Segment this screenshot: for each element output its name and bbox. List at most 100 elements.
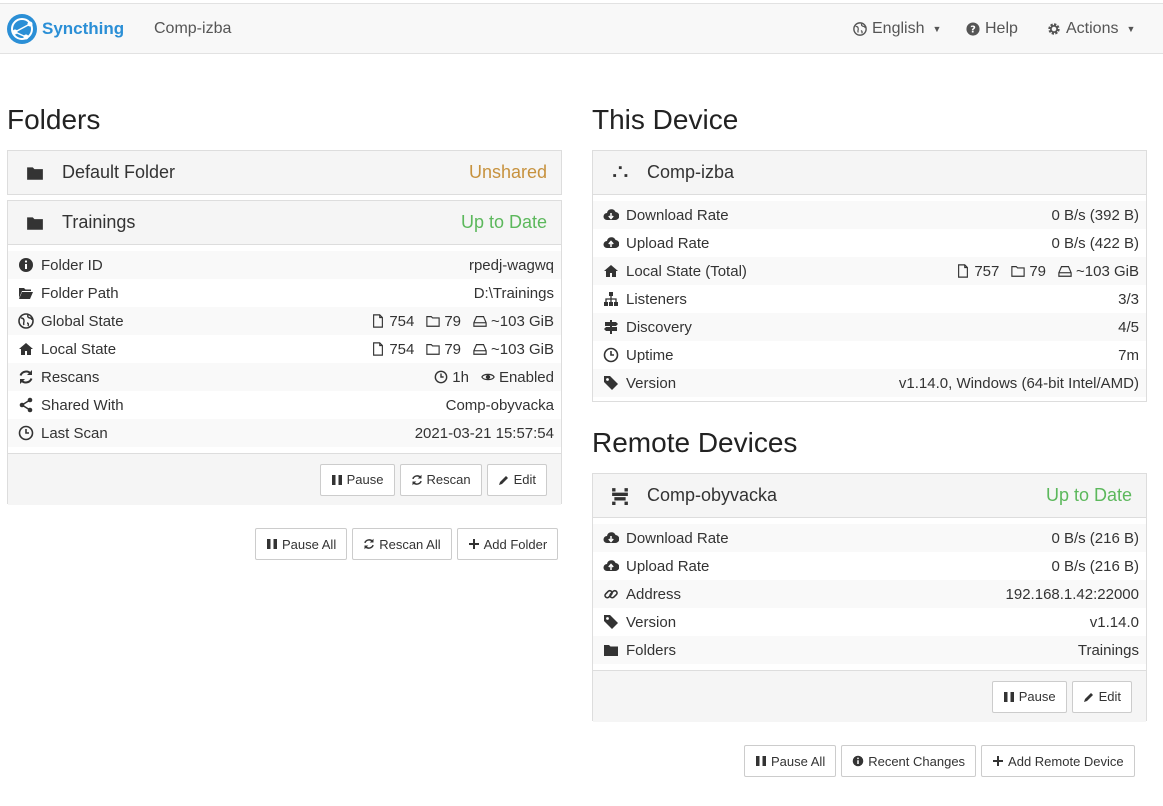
edit-device-button[interactable]: Edit	[1071, 680, 1132, 713]
cloud-upload-icon	[603, 560, 619, 572]
syncthing-logo-icon	[7, 14, 37, 44]
rescans-row: Rescans 1h Enabled	[8, 363, 561, 391]
home-icon	[604, 265, 618, 277]
folder-id-value: rpedj-wagwq	[468, 256, 554, 274]
folder-outline-icon	[426, 316, 441, 327]
add-folder-button[interactable]: Add Folder	[456, 528, 559, 560]
clock-icon	[434, 370, 448, 384]
navbar: Syncthing Comp-izba English ▼ ? Help Act…	[0, 3, 1163, 54]
tag-icon	[604, 615, 618, 629]
local-state-total-row: Local State (Total) 757 79 ~103 GiB	[593, 257, 1146, 285]
svg-text:?: ?	[970, 25, 976, 36]
share-icon	[19, 397, 33, 413]
actions-menu[interactable]: Actions ▼	[1047, 20, 1135, 38]
remote-device-details: Download Rate 0 B/s (216 B) Upload Rate …	[593, 518, 1146, 670]
version-row: Version v1.14.0, Windows (64-bit Intel/A…	[593, 369, 1146, 397]
nav-device-name: Comp-izba	[154, 20, 232, 37]
folder-panel-default[interactable]: Default Folder Unshared	[7, 150, 562, 195]
language-menu[interactable]: English ▼	[853, 20, 941, 38]
add-remote-device-button[interactable]: Add Remote Device	[981, 745, 1135, 777]
file-icon	[373, 314, 384, 328]
pause-all-folders-button[interactable]: Pause All	[255, 528, 348, 560]
brand[interactable]: Syncthing	[6, 13, 124, 45]
folder-outline-icon	[1011, 266, 1026, 277]
uptime-row: Uptime 7m	[593, 341, 1146, 369]
recent-changes-button[interactable]: Recent Changes	[841, 745, 977, 777]
home-icon	[19, 343, 33, 355]
edit-folder-button[interactable]: Edit	[486, 463, 547, 496]
cloud-download-icon	[603, 209, 619, 221]
shared-with-row: Shared With Comp-obyvacka	[8, 391, 561, 419]
rescan-folder-button[interactable]: Rescan	[399, 463, 482, 496]
remote-devices-actions: Pause All Recent Changes Add Remote Devi…	[744, 745, 1135, 777]
remote-device-panel: Comp-obyvacka Up to Date Download Rate 0…	[592, 473, 1147, 722]
this-device-heading: This Device	[592, 104, 739, 135]
folder-status: Unshared	[468, 162, 547, 182]
eye-icon	[481, 373, 495, 381]
caret-down-icon: ▼	[1126, 24, 1136, 34]
remote-device-name: Comp-obyvacka	[647, 485, 778, 505]
info-circle-icon	[852, 755, 864, 767]
remote-device-status: Up to Date	[1045, 485, 1132, 505]
rescan-all-button[interactable]: Rescan All	[352, 528, 452, 560]
pause-folder-button[interactable]: Pause	[319, 463, 395, 496]
folder-id-row: Folder ID rpedj-wagwq	[8, 251, 561, 279]
local-state-row: Local State 754 79 ~103 GiB	[8, 335, 561, 363]
pause-icon	[267, 539, 277, 549]
folder-path-row: Folder Path D:\Trainings	[8, 279, 561, 307]
upload-rate-row: Upload Rate 0 B/s (422 B)	[593, 229, 1146, 257]
remote-devices-heading: Remote Devices	[592, 427, 798, 458]
file-icon	[958, 264, 969, 278]
help-label: Help	[985, 20, 1018, 37]
global-state-row: Global State 754 79 ~103 GiB	[8, 307, 561, 335]
plus-icon	[993, 756, 1004, 766]
folders-actions: Pause All Rescan All Add Folder	[255, 528, 559, 560]
folder-heading[interactable]: Trainings Up to Date	[8, 201, 561, 245]
folder-status: Up to Date	[460, 212, 547, 232]
folder-open-icon	[19, 288, 33, 299]
pause-icon	[756, 756, 766, 766]
folder-name: Trainings	[62, 212, 136, 232]
signpost-icon	[604, 320, 618, 334]
help-link[interactable]: ? Help	[966, 20, 1018, 38]
clock-icon	[18, 425, 34, 441]
brand-name: Syncthing	[42, 19, 125, 38]
cloud-download-icon	[603, 532, 619, 544]
pause-device-button[interactable]: Pause	[991, 680, 1067, 713]
question-circle-icon: ?	[966, 22, 980, 36]
listeners-value[interactable]: 3/3	[1118, 291, 1139, 308]
folder-outline-icon	[426, 344, 441, 355]
folder-name: Default Folder	[62, 162, 176, 182]
folder-panel-trainings: Trainings Up to Date Folder ID rpedj-wag…	[7, 200, 562, 505]
this-device-heading-bar[interactable]: Comp-izba	[593, 151, 1146, 195]
folder-icon	[604, 645, 618, 656]
last-scan-value: 2021-03-21 15:57:54	[414, 424, 554, 442]
folder-details: Folder ID rpedj-wagwq Folder Path D:\Tra…	[8, 245, 561, 453]
hdd-icon	[473, 316, 487, 327]
pencil-icon	[498, 475, 508, 485]
hdd-icon	[473, 344, 487, 355]
last-scan-row: Last Scan 2021-03-21 15:57:54	[8, 419, 561, 447]
plus-icon	[468, 539, 479, 549]
pause-all-devices-button[interactable]: Pause All	[744, 745, 837, 777]
refresh-icon	[411, 474, 422, 485]
remote-device-footer: Pause Edit	[593, 670, 1146, 722]
info-circle-icon	[19, 258, 33, 272]
cloud-upload-icon	[603, 237, 619, 249]
file-icon	[373, 342, 384, 356]
remote-address-row: Address 192.168.1.42:22000	[593, 580, 1146, 608]
this-device-details: Download Rate 0 B/s (392 B) Upload Rate …	[593, 195, 1146, 403]
folder-footer: Pause Rescan Edit	[8, 453, 561, 505]
download-rate-row: Download Rate 0 B/s (392 B)	[593, 201, 1146, 229]
remote-upload-rate-row: Upload Rate 0 B/s (216 B)	[593, 552, 1146, 580]
refresh-icon	[364, 538, 375, 550]
folder-path-value: D:\Trainings	[473, 284, 554, 302]
this-device-name: Comp-izba	[647, 162, 735, 182]
gear-icon	[1048, 23, 1060, 35]
hdd-icon	[1058, 266, 1072, 277]
discovery-value[interactable]: 4/5	[1118, 319, 1139, 336]
pause-icon	[331, 474, 342, 485]
pause-icon	[1003, 691, 1014, 702]
caret-down-icon: ▼	[932, 24, 942, 34]
remote-device-heading-bar[interactable]: Comp-obyvacka Up to Date	[593, 474, 1146, 518]
